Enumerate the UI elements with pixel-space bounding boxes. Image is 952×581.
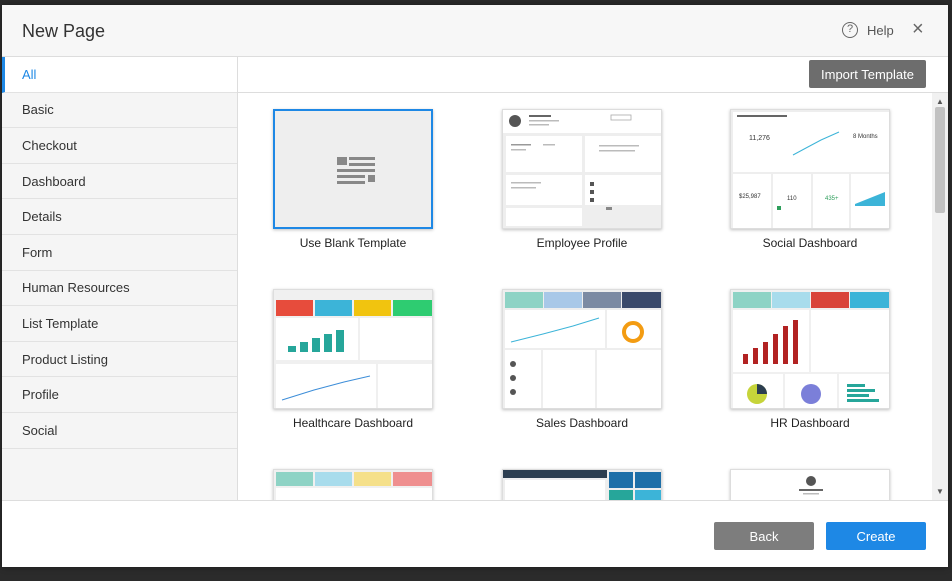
- template-tile-row3-1[interactable]: [273, 469, 433, 500]
- sidebar-item-label: All: [22, 66, 37, 82]
- sidebar-item-label: Basic: [22, 102, 54, 118]
- sidebar-item-label: Dashboard: [22, 173, 86, 189]
- template-thumbnail[interactable]: [502, 109, 662, 229]
- sidebar-item-details[interactable]: Details: [2, 199, 237, 235]
- sidebar-item-basic[interactable]: Basic: [2, 93, 237, 129]
- sidebar-item-label: Checkout: [22, 137, 77, 153]
- template-thumbnail[interactable]: [730, 289, 890, 409]
- template-caption: Employee Profile: [536, 236, 628, 250]
- template-preview: [503, 470, 661, 500]
- sales-dashboard-preview: [503, 290, 661, 408]
- template-caption: HR Dashboard: [770, 416, 850, 430]
- svg-text:8 Months: 8 Months: [853, 134, 878, 140]
- import-template-button[interactable]: Import Template: [809, 60, 926, 88]
- employee-profile-preview: [503, 110, 661, 228]
- social-dashboard-preview: 11,276 8 Months $25,987 110 435+: [731, 110, 889, 228]
- template-tile-healthcare-dashboard[interactable]: Healthcare Dashboard: [273, 289, 433, 430]
- category-sidebar: All Basic Checkout Dashboard Details For…: [2, 57, 238, 500]
- template-preview: [731, 470, 889, 500]
- sidebar-item-label: Details: [22, 209, 62, 225]
- scrollbar-thumb[interactable]: [935, 107, 945, 213]
- help-label: Help: [867, 22, 894, 38]
- template-caption: Social Dashboard: [762, 236, 858, 250]
- scroll-down-icon[interactable]: ▼: [936, 487, 944, 496]
- close-icon[interactable]: ×: [912, 19, 924, 39]
- template-tile-row3-3[interactable]: [730, 469, 890, 500]
- sidebar-item-product-listing[interactable]: Product Listing: [2, 342, 237, 378]
- template-thumbnail[interactable]: [273, 469, 433, 500]
- template-thumbnail[interactable]: [273, 289, 433, 409]
- dialog-title: New Page: [22, 21, 106, 41]
- template-caption: Use Blank Template: [299, 236, 407, 250]
- sidebar-item-label: Form: [22, 244, 53, 260]
- template-thumbnail[interactable]: [273, 109, 433, 229]
- healthcare-dashboard-preview: [274, 290, 432, 408]
- sidebar-item-human-resources[interactable]: Human Resources: [2, 271, 237, 307]
- back-button[interactable]: Back: [714, 522, 814, 550]
- svg-text:11,276: 11,276: [749, 135, 770, 142]
- template-tile-employee-profile[interactable]: Employee Profile: [502, 109, 662, 250]
- sidebar-item-list-template[interactable]: List Template: [2, 306, 237, 342]
- template-thumbnail[interactable]: [502, 289, 662, 409]
- template-caption: Sales Dashboard: [535, 416, 629, 430]
- sidebar-item-label: Human Resources: [22, 280, 130, 296]
- sidebar-item-label: Social: [22, 422, 58, 438]
- dialog-header: New Page ? Help ×: [2, 5, 948, 57]
- blank-template-icon: [337, 157, 375, 184]
- template-tile-hr-dashboard[interactable]: HR Dashboard: [730, 289, 890, 430]
- sidebar-item-dashboard[interactable]: Dashboard: [2, 164, 237, 200]
- help-button[interactable]: ? Help: [842, 22, 894, 38]
- sidebar-item-label: Product Listing: [22, 351, 108, 367]
- sidebar-item-profile[interactable]: Profile: [2, 377, 237, 413]
- template-preview: [274, 470, 432, 500]
- sidebar-item-label: Profile: [22, 387, 59, 403]
- scroll-up-icon[interactable]: ▲: [936, 97, 944, 106]
- template-thumbnail[interactable]: 11,276 8 Months $25,987 110 435+: [730, 109, 890, 229]
- create-button[interactable]: Create: [826, 522, 926, 550]
- dialog-footer: Back Create: [2, 500, 948, 567]
- template-scrollbar[interactable]: ▲ ▼: [932, 93, 948, 500]
- svg-text:435+: 435+: [825, 196, 839, 202]
- template-grid: Use Blank Template Employee Profile 11,2…: [238, 93, 932, 500]
- sidebar-item-social[interactable]: Social: [2, 413, 237, 449]
- template-tile-row3-2[interactable]: [502, 469, 662, 500]
- template-tile-social-dashboard[interactable]: 11,276 8 Months $25,987 110 435+ Social …: [730, 109, 890, 250]
- new-page-dialog: New Page ? Help × All Basic Checkout Das…: [2, 5, 948, 567]
- help-icon: ?: [842, 22, 858, 38]
- template-tile-blank[interactable]: Use Blank Template: [273, 109, 433, 250]
- template-toolbar: Import Template: [238, 57, 948, 93]
- sidebar-item-checkout[interactable]: Checkout: [2, 128, 237, 164]
- svg-text:$25,987: $25,987: [739, 194, 761, 200]
- sidebar-item-form[interactable]: Form: [2, 235, 237, 271]
- hr-dashboard-preview: [731, 290, 889, 408]
- template-caption: Healthcare Dashboard: [292, 416, 414, 430]
- template-tile-sales-dashboard[interactable]: Sales Dashboard: [502, 289, 662, 430]
- template-thumbnail[interactable]: [502, 469, 662, 500]
- template-thumbnail[interactable]: [730, 469, 890, 500]
- sidebar-item-label: List Template: [22, 315, 99, 331]
- sidebar-item-all[interactable]: All: [2, 57, 237, 93]
- svg-text:110: 110: [787, 196, 797, 202]
